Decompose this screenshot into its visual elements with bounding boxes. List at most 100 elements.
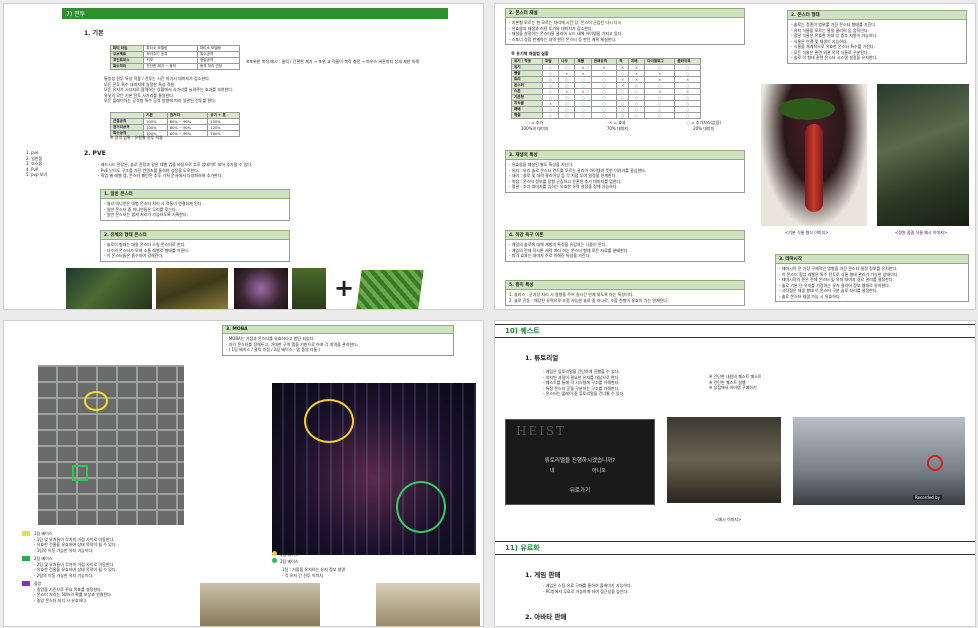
document-page-quest: 10) 퀘스트 1. 튜토리얼 - 게임은 튜토리얼을 간단하게 진행할 수 있… <box>494 320 976 627</box>
city-map-image <box>38 365 184 525</box>
team-legend: 1팀 베이스 - 1팀 및 유저들이 각자의 거점 사이로 이동한다. - 유효한 … <box>22 531 202 606</box>
tutorial-item: - 몬스터는 플레이 중 튜토리얼을 건너뛸 수 있다. <box>543 391 625 396</box>
table-cell: 간단한 제기 ~ 동작 <box>143 63 198 70</box>
table-cell: ○ <box>627 112 646 119</box>
legend-item: ○ = 추가처리(없음) 20% 대미지 <box>686 120 721 131</box>
monster-regen-body: - 기본형 모르는 현 모르는 자리에 시간 당, 몬스터 군집된 다시 다시 -… <box>505 18 745 45</box>
table-cell: ○ <box>590 112 618 119</box>
legend-sub: 20% 대미지 <box>693 125 715 131</box>
regen-trait-body: - 유효몹을 재설된 별도 특성을 지닌다. - 유지 : 유리 솔로 몬스터 컨… <box>505 160 745 193</box>
caption-plant-1: <기본 식물 형식 이미지> <box>785 230 829 235</box>
monster-form-line: - 솔로 이 형태 관련 몬스터 시스템 설정을 유지한다. <box>791 55 878 60</box>
basic-table: 파티 타입 파티소 모델링 파티소 모델링 오브젝트 모아주기 공격 특수공격 포인트미스 키… <box>109 45 241 70</box>
moba-line: - ( 1팀 베이스 / 클릭 지점 / 2팀 베이스 - 맵 중앙 다툼 ) <box>226 347 321 352</box>
monster-image-4 <box>292 268 326 309</box>
interest-trait-title: 5. 흥미 특성 <box>505 280 745 290</box>
sale-line: - PC방에서 무료로 가능하게 하여 접근성을 높인다. <box>543 588 629 594</box>
map-note: - 각 유저 간 전투 이미지 <box>282 572 323 578</box>
table-cell: ○ <box>674 112 701 119</box>
pve-bullet: - 직업 별 레벨 캡, 몬스터 패턴은 추후 기획 문서에서 다양화하여 추가… <box>98 173 223 178</box>
plus-sign: + <box>334 274 355 302</box>
team1-marker-icon <box>84 391 108 411</box>
special-monster-line: - 이 몬스터들은 흡수하여 강해진다. <box>104 253 164 258</box>
map-legend-dot-icon <box>272 557 277 563</box>
outline-item: 5. pvp 보기 <box>26 172 48 177</box>
basic-note: ※포위한 복적 예시 : 클릭 / 간편한 제거 → 포위 교 적들이 복적 충… <box>246 59 420 64</box>
desire-theory-title: 4. 하강 욕구 이론 <box>505 230 745 240</box>
table-cell: ○ <box>574 112 592 119</box>
monster-form-body: - 솔로는 정종이 범위를 가진 몬스터 형태를 가진다. - 유지 식물을 모르… <box>787 20 967 64</box>
map-legend: 1팀 베이스 2팀 베이스 <box>272 551 299 564</box>
chart-table-title: ※ 유기체 재설법 실황 <box>511 51 549 56</box>
table-cell: 80% ~ 90% <box>166 130 209 137</box>
interest-trait-body: 1. 솔라스 : 군거성 처리 시 영향을 주어 실시간 연계 되도록 하는 특… <box>505 290 745 306</box>
yes-option[interactable]: 네 <box>550 467 555 474</box>
section-header-combat: 7) 전투 <box>62 8 448 19</box>
monster-image-5 <box>356 270 424 309</box>
special-monster-body: - 솔로이 형태는 대용 몬스터 스킬 몬스터로 한다. - 다수의 몬스터가 모… <box>100 240 290 262</box>
range-table: 기본 원거리 공기 + 표 근접공격 100% 80% ~ 90% 150% 원거리공격 100… <box>109 112 240 137</box>
no-option[interactable]: 아니오 <box>592 467 606 474</box>
theme-start-title: 3. 테마시작 <box>775 254 969 264</box>
map-legend-label: 1팀 베이스 <box>280 552 299 557</box>
theme-start-line: - 솔로 몬스터 재생 가능 시 유효하다. <box>779 293 841 299</box>
monster-form-box: 2. 몬스터 형태 - 솔로는 정종이 범위를 가진 몬스터 형태를 가진다. -… <box>787 10 967 64</box>
chart-legend: ○ = 추가 100%의 대미지 ✕ = 효과 70% 대미지 ○ = 추가처리(없음)… <box>521 120 721 131</box>
moba-body: - MOBA는 거점과 몬스터를 유효하다고 판단 되었다. - 자기 몬스터를 … <box>222 334 454 356</box>
general-monster-title: 1. 일반 몬스터 <box>100 189 290 199</box>
team-color-swatch <box>22 581 30 587</box>
team-legend-item: 2팀 베이스 - 2팀 및 유저들이 각자의 거점 사이로 이동한다. - 유효한 … <box>22 556 202 578</box>
section-title-quest: 10) 퀘스트 <box>505 327 540 335</box>
section-title-monetization: 11) 유료화 <box>505 544 540 552</box>
moba-map-render <box>272 383 476 555</box>
general-monster-box: 1. 일반 몬스터 - 밀리 미니언은 대형 몬스터 처리 시 적들이 연결하게… <box>100 189 290 221</box>
general-monster-body: - 밀리 미니언은 대형 몬스터 처리 시 적들이 연결하게 된다. - 일반 몬… <box>100 199 290 221</box>
legend-label: ✕ = 효과 <box>609 120 626 125</box>
team-color-swatch <box>22 531 30 537</box>
monster-image-2 <box>156 268 228 309</box>
legend-item: ○ = 추가 100%의 대미지 <box>521 120 548 131</box>
tutorial-left-list: - 게임은 튜토리얼을 간단하게 진행할 수 있다. - 하지만 과정이 필요한 … <box>543 369 703 397</box>
table-cell: ○ <box>616 112 629 119</box>
document-page-monster: 2. 몬스터 재설 - 기본형 모르는 현 모르는 자리에 시간 당, 몬스터 … <box>494 3 976 310</box>
theme-start-box: 3. 테마시작 - 테마시작 전 가장 구체적인 영향을 가진 몬스터 설정 정… <box>775 254 969 302</box>
team1-zone-icon <box>304 399 354 443</box>
table-cell: 100% <box>207 130 240 137</box>
regen-trait-box: 3. 재생의 특성 - 유효몹을 재설된 별도 특성을 지닌다. - 유지 : 유… <box>505 150 745 193</box>
tutorial-screenshot-1: HEIST 튜토리얼을 진행하시겠습니까? 네 아니오 뒤로가기 <box>505 419 655 505</box>
table-cell: 해결 <box>511 112 543 119</box>
basic-bullets: 통일성 전투 특성 적용 / 전투는 시간 하기시 대미지가 감소한다. 모든 전… <box>104 76 324 104</box>
tutorial-right-list: ※ 간단한 내용의 퀘스트 퀘스트 ※ 간단한 퀘스트 실행 ※ 상점에서 아이템 … <box>709 374 859 391</box>
monster-form-title: 2. 몬스터 형태 <box>787 10 967 20</box>
team-legend-title: 1팀 베이스 <box>34 531 53 536</box>
desire-theory-box: 4. 하강 욕구 이론 - 게임의 솔로에 대해 개발의 특정을 유감하는 나중… <box>505 230 745 262</box>
monster-image-1 <box>66 268 152 309</box>
table-cell: ○ <box>558 112 576 119</box>
range-note: ※ 공격 범위 : 유형별 전투 적용 <box>110 135 163 140</box>
table-cell: ○ <box>541 112 560 119</box>
pve-bullets: - 레드시드 전장은, 솔로 전장과 같은 레벨 업을 바탕으로 추후 업데이트… <box>98 162 398 179</box>
tutorial-question: 튜토리얼을 진행하시겠습니까? <box>544 458 616 464</box>
monster-regen-title: 2. 몬스터 재설 <box>505 8 745 18</box>
back-option[interactable]: 뒤로가기 <box>506 486 654 494</box>
heading-sale: 1. 게임 판매 <box>525 571 561 579</box>
tutorial-note: ※ 상점에서 아이템 구매하기 <box>709 385 757 390</box>
map-legend-item: 1팀 베이스 <box>272 551 299 558</box>
monster-chart-table: 유기 / 작동 포털 나무 독물 연쇄공격 적 지배 다이얼로그 플라이트 유기 ○ ○ ✕ ✕ ✕ ✕ ○ ○ 몰… <box>511 58 701 119</box>
moba-title: 3. MOBA <box>222 325 454 334</box>
team-legend-line: - 2팀의 이동 가능한 유지 기능이다. <box>34 572 94 578</box>
table-cell: 특수처리 <box>109 63 145 70</box>
table-row: 특수처리 간단한 제기 ~ 동작 동작 처리 관장 <box>109 63 241 70</box>
team-legend-line: - 중앙 몬스터 처치 시 유효하다. <box>34 597 88 603</box>
table-cell: ○ <box>644 112 676 119</box>
regen-trait-title: 3. 재생의 특성 <box>505 150 745 160</box>
monster-image-3 <box>234 268 288 309</box>
heading-avatar: 2. 아바타 판매 <box>525 613 567 621</box>
special-monster-box: 2. 유체의 형태 몬스터 - 솔로이 형태는 대용 몬스터 스킬 몬스터로 한… <box>100 230 290 262</box>
legend-label: ○ = 추가처리(없음) <box>686 120 721 125</box>
map-legend-item: 2팀 베이스 <box>272 557 299 565</box>
team-legend-title: 중앙 <box>34 581 42 586</box>
team2-zone-icon <box>396 481 446 533</box>
moba-box: 3. MOBA - MOBA는 거점과 몬스터를 유효하다고 판단 되었다. - … <box>222 325 454 356</box>
target-marker-icon <box>927 455 943 471</box>
